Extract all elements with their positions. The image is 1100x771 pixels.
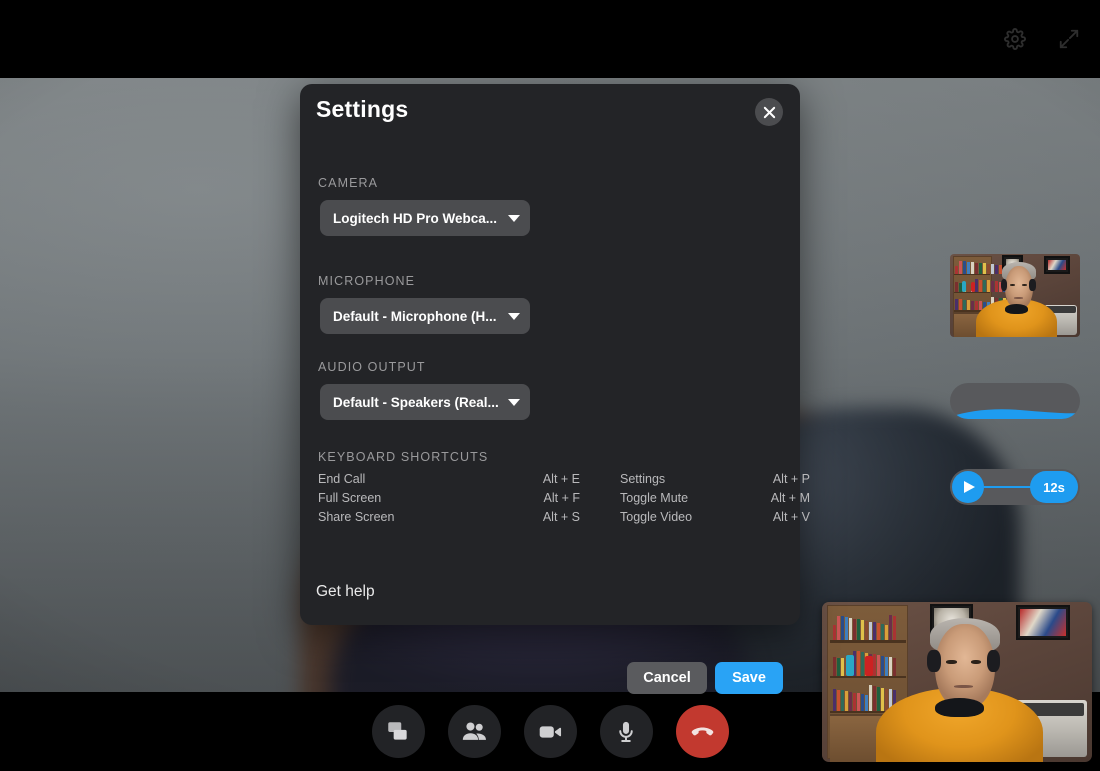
- shortcut-key: Alt + V: [772, 510, 810, 524]
- headphone-left: [1000, 278, 1008, 291]
- shelf-figurine: [970, 282, 975, 293]
- shelf-figurine-2: [961, 281, 966, 293]
- bookshelf-plank: [830, 640, 906, 643]
- headphone-right: [986, 650, 1001, 673]
- participants-button[interactable]: [447, 705, 501, 758]
- audio-test-duration[interactable]: 12s: [1030, 471, 1078, 503]
- shelf-figurine: [865, 656, 874, 676]
- audio-output-select-value: Default - Speakers (Real...: [333, 394, 499, 410]
- camera-select[interactable]: Logitech HD Pro Webca...: [320, 200, 530, 236]
- person-collar: [935, 698, 984, 718]
- self-view-thumbnail[interactable]: [822, 602, 1092, 762]
- headphone-left: [927, 650, 941, 673]
- mic-level-wave: [950, 409, 1080, 419]
- picture-art: [1020, 609, 1067, 637]
- person-eye-right: [970, 659, 982, 664]
- bookshelf-plank: [830, 675, 906, 679]
- play-test-sound-button[interactable]: [952, 471, 984, 503]
- framed-picture: [1016, 605, 1071, 641]
- close-button[interactable]: [755, 98, 783, 126]
- shortcut-name: Toggle Video: [620, 510, 693, 524]
- shortcut-spacer: [580, 472, 620, 486]
- shelf-figurine-2: [846, 654, 855, 676]
- shortcut-key: Alt + E: [542, 472, 580, 486]
- shortcut-key: Alt + M: [770, 491, 810, 505]
- top-bar: [0, 0, 1100, 78]
- save-button[interactable]: Save: [715, 662, 783, 694]
- audio-test-slider[interactable]: 12s: [950, 469, 1080, 505]
- end-call-button[interactable]: [675, 705, 729, 758]
- microphone-select-value: Default - Microphone (H...: [333, 308, 497, 324]
- video-call-app: Settings CAMERA Logitech HD Pro Webca...…: [0, 0, 1100, 771]
- person-eye-left: [1009, 283, 1015, 286]
- microphone-icon: [619, 721, 633, 742]
- person-head: [935, 624, 995, 708]
- shortcut-name: Toggle Mute: [620, 491, 689, 505]
- bookshelf-plank: [953, 273, 991, 276]
- person-eye-left: [946, 659, 957, 664]
- toggle-mute-button[interactable]: [599, 705, 653, 758]
- person-eye-right: [1021, 283, 1027, 286]
- chevron-down-icon: [508, 214, 520, 222]
- video-camera-icon: [539, 725, 562, 738]
- share-screen-button[interactable]: [371, 705, 425, 758]
- play-icon: [963, 481, 975, 493]
- toggle-video-button[interactable]: [523, 705, 577, 758]
- gear-icon[interactable]: [998, 22, 1032, 56]
- expand-arrows-icon[interactable]: [1052, 22, 1086, 56]
- shortcut-spacer: [580, 510, 620, 524]
- books: [832, 615, 896, 641]
- camera-section-label: CAMERA: [318, 176, 379, 190]
- camera-preview-video: [950, 254, 1080, 337]
- bookshelf-plank: [953, 292, 991, 294]
- shortcut-key: Alt + S: [542, 510, 580, 524]
- keyboard-shortcuts: End Call Alt + E Settings Alt + P Full Scree…: [318, 472, 810, 524]
- shortcuts-grid: End Call Alt + E Settings Alt + P Full Scree…: [318, 472, 810, 524]
- audio-output-section-label: AUDIO OUTPUT: [318, 360, 426, 374]
- shortcut-name: Full Screen: [318, 491, 382, 505]
- shortcut-key: Alt + F: [543, 491, 580, 505]
- chevron-down-icon: [508, 398, 520, 406]
- cancel-button[interactable]: Cancel: [627, 662, 707, 694]
- person-mouth: [1013, 297, 1023, 299]
- headphone-right: [1029, 278, 1036, 291]
- screen-share-icon: [388, 721, 407, 740]
- settings-modal: Settings CAMERA Logitech HD Pro Webca...…: [300, 84, 1080, 694]
- shortcut-name: End Call: [318, 472, 366, 486]
- mic-level-meter: [950, 383, 1080, 419]
- people-icon: [462, 722, 486, 740]
- person-collar: [1004, 303, 1028, 314]
- top-bar-actions: [998, 0, 1086, 78]
- shortcuts-section-label: KEYBOARD SHORTCUTS: [318, 450, 489, 464]
- self-view-video: [822, 602, 1092, 762]
- close-icon: [763, 106, 775, 118]
- audio-output-select[interactable]: Default - Speakers (Real...: [320, 384, 530, 420]
- get-help-link[interactable]: Get help: [316, 583, 375, 601]
- page-title: Settings: [316, 96, 409, 122]
- shortcut-name: Settings: [620, 472, 666, 486]
- phone-hangup-icon: [691, 727, 713, 736]
- camera-select-value: Logitech HD Pro Webca...: [333, 210, 498, 226]
- microphone-select[interactable]: Default - Microphone (H...: [320, 298, 530, 334]
- shortcut-spacer: [580, 491, 620, 505]
- microphone-section-label: MICROPHONE: [318, 274, 416, 288]
- framed-picture: [1043, 255, 1070, 274]
- picture-art: [1047, 259, 1066, 270]
- shortcut-key: Alt + P: [772, 472, 810, 486]
- chevron-down-icon: [508, 312, 520, 320]
- books: [832, 685, 896, 711]
- camera-preview: [950, 254, 1080, 337]
- shortcut-name: Share Screen: [318, 510, 395, 524]
